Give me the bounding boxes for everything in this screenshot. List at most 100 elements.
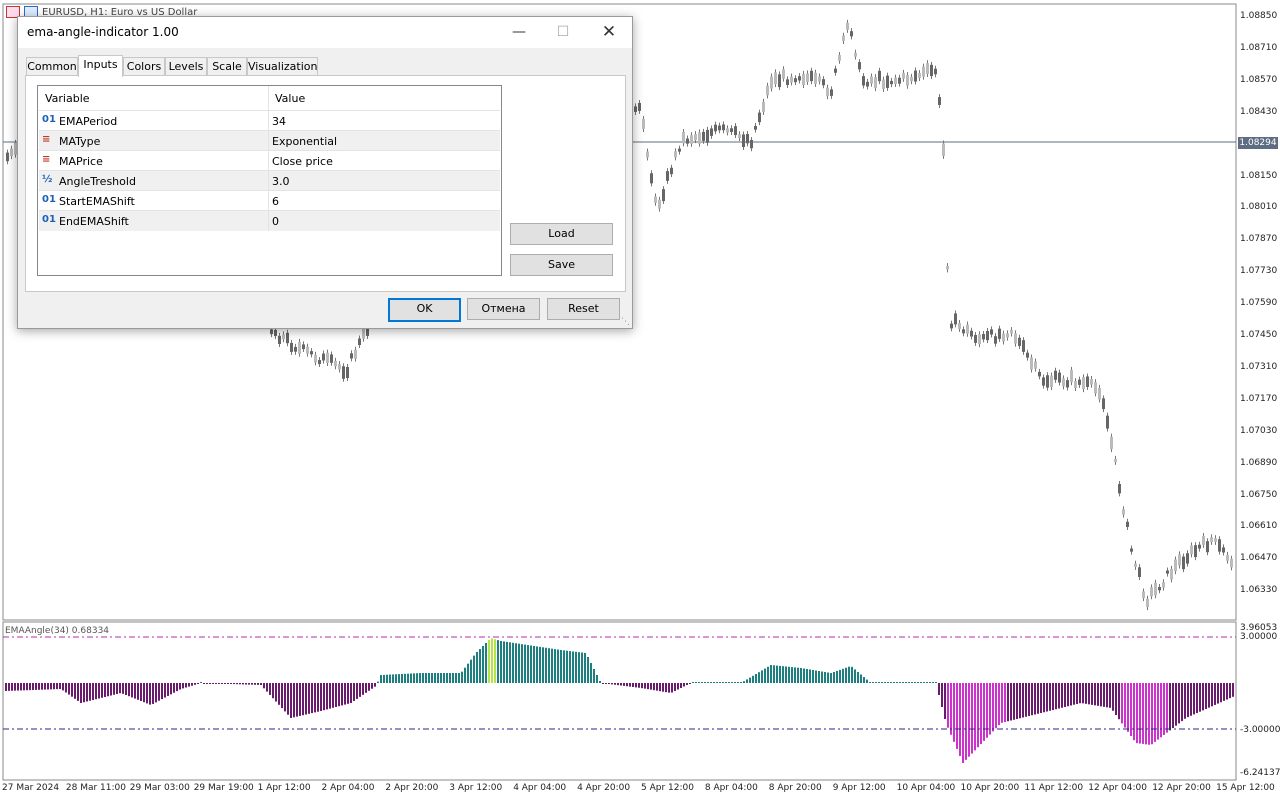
histogram-bar [1079, 683, 1081, 704]
candle-body [1050, 375, 1053, 387]
param-value[interactable]: 6 [272, 195, 279, 208]
candle-body [674, 151, 677, 158]
dialog-titlebar[interactable]: ema-angle-indicator 1.00 — ☐ ✕ [18, 17, 632, 48]
candle-body [702, 131, 705, 141]
load-button[interactable]: Load [510, 223, 613, 245]
param-value[interactable]: Close price [272, 155, 333, 168]
maximize-icon[interactable]: ☐ [540, 17, 586, 48]
histogram-bar [110, 683, 112, 696]
histogram-bar [860, 674, 862, 683]
candle-body [842, 35, 845, 42]
candle-body [730, 128, 733, 132]
candle-body [298, 341, 301, 354]
param-value[interactable]: Exponential [272, 135, 337, 148]
price-tick-label: 1.06610 [1240, 521, 1278, 532]
param-row-emaperiod[interactable]: 01 EMAPeriod 34 [39, 110, 500, 131]
histogram-bar [707, 682, 709, 683]
minimize-icon[interactable]: — [496, 17, 542, 48]
candle-body [1078, 379, 1081, 385]
histogram-bar [452, 673, 454, 683]
candle-body [962, 329, 965, 334]
histogram-bar [584, 652, 586, 683]
time-tick-label: 11 Apr 12:00 [1024, 783, 1084, 793]
histogram-bar [200, 682, 202, 683]
time-tick-label: 29 Mar 03:00 [129, 783, 190, 793]
param-value[interactable]: 3.0 [272, 175, 290, 188]
parameters-grid[interactable]: Variable Value 01 EMAPeriod 34 ≡ MAType … [37, 85, 502, 276]
histogram-bar [1223, 683, 1225, 701]
tab-colors[interactable]: Colors [123, 57, 165, 76]
candle-body [906, 75, 909, 86]
reset-button[interactable]: Reset [547, 298, 620, 320]
param-name: MAPrice [59, 155, 103, 168]
histogram-bar [518, 643, 520, 683]
param-value[interactable]: 0 [272, 215, 279, 228]
histogram-bar [590, 663, 592, 683]
histogram-bar [863, 677, 865, 683]
histogram-bar [1103, 683, 1105, 707]
candle-body [1026, 352, 1029, 358]
histogram-bar [950, 683, 952, 735]
inputs-panel: Variable Value 01 EMAPeriod 34 ≡ MAType … [25, 75, 626, 292]
candle-body [942, 143, 945, 156]
histogram-bar [230, 683, 232, 684]
histogram-bar [815, 670, 817, 683]
histogram-bar [1064, 683, 1066, 707]
candle-body [1074, 381, 1077, 388]
histogram-bar [167, 683, 169, 696]
resize-grip-icon[interactable]: ⋱ [621, 317, 630, 327]
histogram-bar [977, 683, 979, 748]
close-icon[interactable]: ✕ [586, 17, 632, 48]
candle-body [758, 112, 761, 123]
histogram-bar [1142, 683, 1144, 744]
time-tick-label: 1 Apr 12:00 [257, 783, 311, 793]
enum-icon: ≡ [42, 134, 51, 145]
histogram-bar [752, 675, 754, 683]
param-row-angletreshold[interactable]: ½ AngleTreshold 3.0 [39, 170, 500, 191]
param-row-matype[interactable]: ≡ MAType Exponential [39, 130, 500, 151]
histogram-bar [1082, 683, 1084, 704]
price-tick-label: 1.08710 [1240, 42, 1278, 53]
candle-body [1134, 563, 1137, 567]
histogram-bar [1016, 683, 1018, 719]
indicator-properties-dialog[interactable]: ema-angle-indicator 1.00 — ☐ ✕ Common In… [17, 16, 633, 329]
tab-scale[interactable]: Scale [207, 57, 247, 76]
tab-levels[interactable]: Levels [165, 57, 207, 76]
histogram-bar [311, 683, 313, 714]
tab-inputs[interactable]: Inputs [78, 55, 123, 77]
histogram-bar [1061, 683, 1063, 708]
ok-button[interactable]: OK [388, 298, 461, 322]
histogram-bar [50, 683, 52, 690]
candle-body [774, 72, 777, 85]
param-row-endemashift[interactable]: 01 EndEMAShift 0 [39, 210, 500, 231]
candle-body [1022, 340, 1025, 352]
param-row-startemashift[interactable]: 01 StartEMAShift 6 [39, 190, 500, 211]
histogram-bar [572, 651, 574, 683]
histogram-bar [800, 668, 802, 683]
candle-body [1030, 357, 1033, 370]
histogram-bar [1028, 683, 1030, 716]
histogram-bar [566, 650, 568, 683]
histogram-bar [728, 682, 730, 683]
save-button[interactable]: Save [510, 254, 613, 276]
histogram-bar [500, 641, 502, 683]
histogram-bar [227, 683, 229, 684]
histogram-bar [1154, 683, 1156, 742]
candle-body [710, 128, 713, 136]
histogram-bar [551, 648, 553, 683]
param-value[interactable]: 34 [272, 115, 286, 128]
histogram-bar [1121, 683, 1123, 724]
histogram-bar [284, 683, 286, 712]
cancel-button[interactable]: Отмена [467, 298, 540, 320]
candle-body [1058, 372, 1061, 383]
tab-visualization[interactable]: Visualization [247, 57, 318, 76]
histogram-bar [290, 683, 292, 718]
candle-body [270, 329, 273, 335]
param-row-maprice[interactable]: ≡ MAPrice Close price [39, 150, 500, 171]
histogram-bar [965, 683, 967, 760]
histogram-bar [77, 683, 79, 701]
candle-body [870, 76, 873, 84]
histogram-bar [383, 674, 385, 683]
tab-common[interactable]: Common [26, 57, 78, 76]
histogram-bar [788, 666, 790, 683]
